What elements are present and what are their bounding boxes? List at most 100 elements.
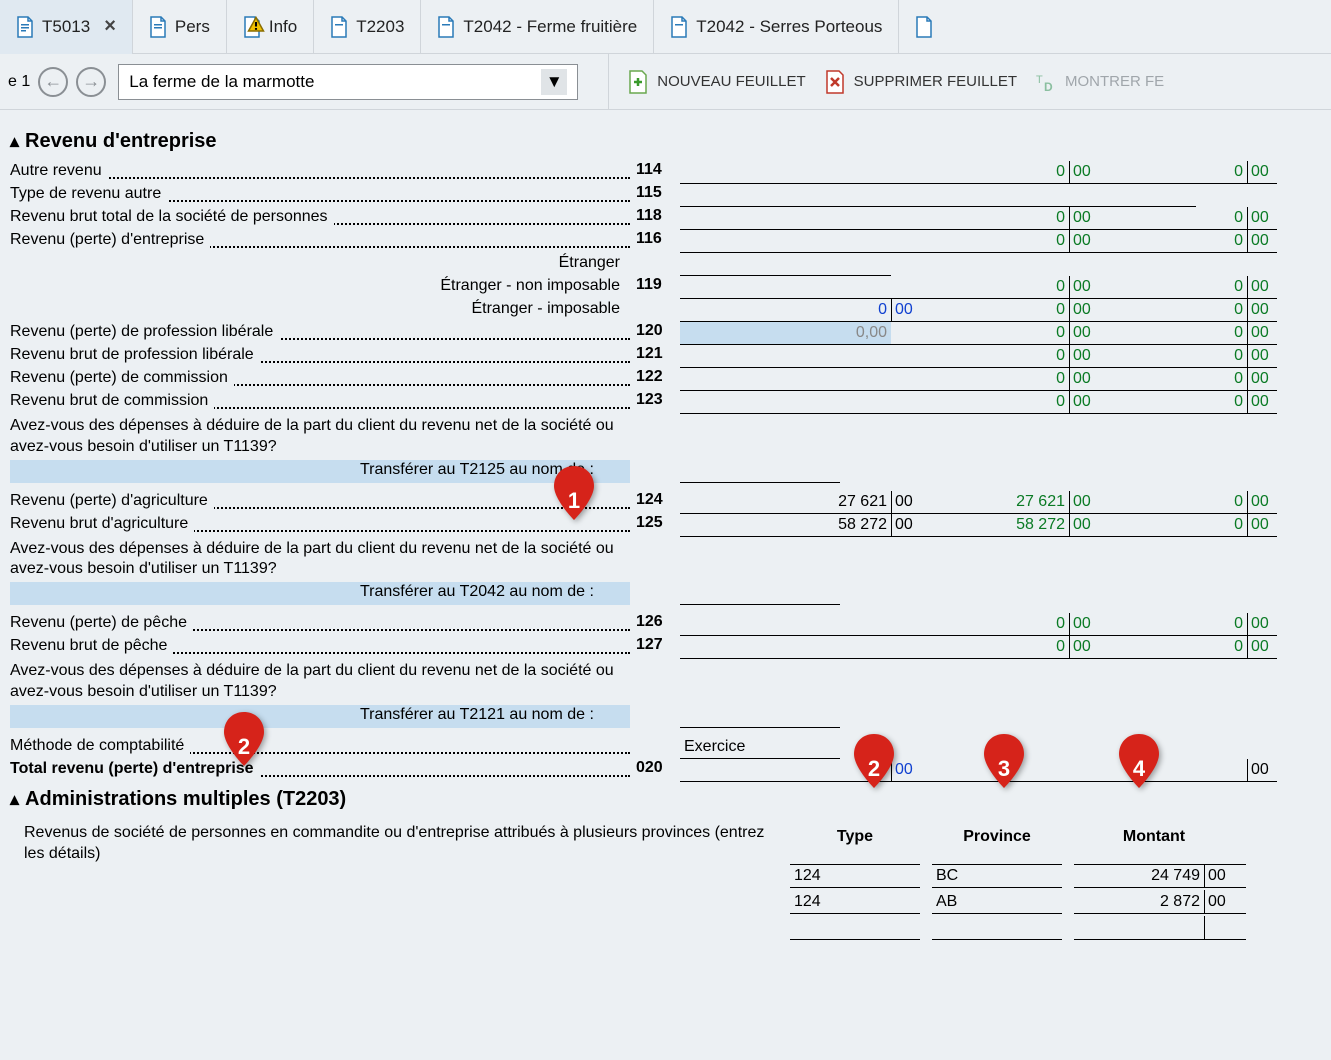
- row-label: Revenu brut d'agriculture: [10, 515, 194, 532]
- button-label: NOUVEAU FEUILLET: [657, 73, 805, 90]
- row-label: Revenu (perte) d'entreprise: [10, 231, 210, 248]
- section-title: Revenu d'entreprise: [25, 130, 216, 153]
- text-input[interactable]: [680, 184, 1196, 207]
- entity-selector[interactable]: La ferme de la marmotte ▼: [118, 64, 578, 100]
- tab-pers[interactable]: Pers: [133, 0, 227, 54]
- show-slip-button[interactable]: TD MONTRER FE: [1035, 69, 1164, 95]
- row-label: Méthode de comptabilité: [10, 737, 190, 754]
- cents-calc[interactable]: [1247, 613, 1277, 636]
- cents-calc[interactable]: [1247, 161, 1277, 184]
- line-number: 121: [630, 345, 680, 368]
- amount-calc[interactable]: [1036, 276, 1247, 299]
- transfer-label: Transférer au T2125 au nom de :: [10, 460, 630, 483]
- amount-calc[interactable]: [1036, 391, 1247, 414]
- admin-province[interactable]: AB: [932, 890, 1062, 914]
- admin-note: Revenus de société de personnes en comma…: [10, 819, 770, 869]
- admin-cents[interactable]: [1204, 916, 1246, 940]
- next-button[interactable]: →: [76, 67, 106, 97]
- document-warning-icon: [243, 16, 261, 38]
- section-revenu-entreprise[interactable]: ▴ Revenu d'entreprise: [10, 130, 1321, 153]
- svg-text:T: T: [1036, 74, 1043, 86]
- admin-amount[interactable]: 2 872: [1074, 890, 1204, 914]
- tab-info[interactable]: Info: [227, 0, 314, 54]
- amount-calc[interactable]: [1036, 161, 1247, 184]
- toolbar: e 1 ← → La ferme de la marmotte ▼ NOUVEA…: [0, 54, 1331, 110]
- close-icon[interactable]: ×: [104, 15, 116, 38]
- document-icon: [330, 16, 348, 38]
- annotation-marker-3: 3: [980, 732, 1028, 790]
- cents-calc[interactable]: [1247, 759, 1277, 782]
- row-label: Revenu brut de profession libérale: [10, 346, 260, 363]
- tab-label: Info: [269, 17, 297, 37]
- amount-calc[interactable]: [1036, 613, 1247, 636]
- transfer-input[interactable]: [680, 705, 840, 728]
- tab-t2203[interactable]: T2203: [314, 0, 421, 54]
- cents-calc[interactable]: [1247, 368, 1277, 391]
- cents-calc[interactable]: [1247, 299, 1277, 322]
- row-label: Revenu brut de commission: [10, 392, 214, 409]
- question-text: Avez-vous des dépenses à déduire de la p…: [10, 537, 630, 583]
- admin-province[interactable]: [932, 916, 1062, 940]
- amount-calc[interactable]: [1036, 636, 1247, 659]
- row-label: Revenu brut de pêche: [10, 637, 173, 654]
- cents-calc[interactable]: [1247, 514, 1277, 537]
- prev-button[interactable]: ←: [38, 67, 68, 97]
- tab-t2042-ferme[interactable]: T2042 - Ferme fruitière: [421, 0, 654, 54]
- tab-t2042-serres[interactable]: T2042 - Serres Porteous: [654, 0, 899, 54]
- delete-slip-button[interactable]: SUPPRIMER FEUILLET: [824, 69, 1017, 95]
- admin-table: Type Province Montant 124 BC 24 749 00 1…: [790, 828, 1321, 940]
- question-text: Avez-vous des dépenses à déduire de la p…: [10, 659, 630, 705]
- method-input[interactable]: [680, 736, 840, 759]
- amount-calc[interactable]: [1036, 491, 1247, 514]
- transfer-input[interactable]: [680, 460, 840, 483]
- line-number: 126: [630, 613, 680, 636]
- admin-amount[interactable]: 24 749: [1074, 864, 1204, 888]
- line-number: 127: [630, 636, 680, 659]
- amount-calc[interactable]: [1036, 345, 1247, 368]
- cents-calc[interactable]: [1247, 391, 1277, 414]
- col-header-province: Province: [932, 828, 1062, 846]
- new-slip-button[interactable]: NOUVEAU FEUILLET: [627, 69, 805, 95]
- tab-t5013[interactable]: T5013 ×: [0, 0, 133, 54]
- admin-type[interactable]: [790, 916, 920, 940]
- admin-type[interactable]: 124: [790, 890, 920, 914]
- transfer-input[interactable]: [680, 582, 840, 605]
- tab-label: T2042 - Ferme fruitière: [463, 17, 637, 37]
- cents-calc[interactable]: [1247, 322, 1277, 345]
- cents-calc[interactable]: [1247, 491, 1277, 514]
- col-header-montant: Montant: [1074, 828, 1234, 846]
- document-icon: [437, 16, 455, 38]
- cents-calc[interactable]: [1247, 276, 1277, 299]
- chevron-down-icon: ▼: [541, 69, 567, 95]
- admin-cents[interactable]: 00: [1204, 890, 1246, 914]
- line-number: 125: [630, 514, 680, 537]
- row-label: Revenu (perte) de profession libérale: [10, 323, 279, 340]
- amount-calc[interactable]: [1036, 368, 1247, 391]
- tab-overflow[interactable]: [899, 0, 949, 54]
- amount-calc[interactable]: [1036, 207, 1247, 230]
- admin-province[interactable]: BC: [932, 864, 1062, 888]
- admin-type[interactable]: 124: [790, 864, 920, 888]
- tab-label: T5013: [42, 17, 90, 37]
- line-number: 119: [630, 276, 680, 299]
- tab-bar: T5013 × Pers Info T2203 T2042 - Ferme fr…: [0, 0, 1331, 54]
- button-label: MONTRER FE: [1065, 73, 1164, 90]
- line-number: 120: [630, 322, 680, 345]
- admin-cents[interactable]: 00: [1204, 864, 1246, 888]
- amount-calc[interactable]: [1036, 514, 1247, 537]
- amount-calc[interactable]: [1036, 322, 1247, 345]
- line-number: 116: [630, 230, 680, 253]
- amount-calc[interactable]: [1036, 230, 1247, 253]
- section-admin-multiples[interactable]: ▴ Administrations multiples (T2203): [10, 788, 1321, 811]
- amount-calc[interactable]: [1036, 299, 1247, 322]
- transfer-label: Transférer au T2121 au nom de :: [10, 705, 630, 728]
- cents-calc[interactable]: [1247, 636, 1277, 659]
- plus-document-icon: [627, 69, 649, 95]
- admin-amount[interactable]: [1074, 916, 1204, 940]
- tab-label: T2042 - Serres Porteous: [696, 17, 882, 37]
- transfer-label: Transférer au T2042 au nom de :: [10, 582, 630, 605]
- cents-calc[interactable]: [1247, 207, 1277, 230]
- svg-text:D: D: [1044, 80, 1053, 94]
- cents-calc[interactable]: [1247, 345, 1277, 368]
- cents-calc[interactable]: [1247, 230, 1277, 253]
